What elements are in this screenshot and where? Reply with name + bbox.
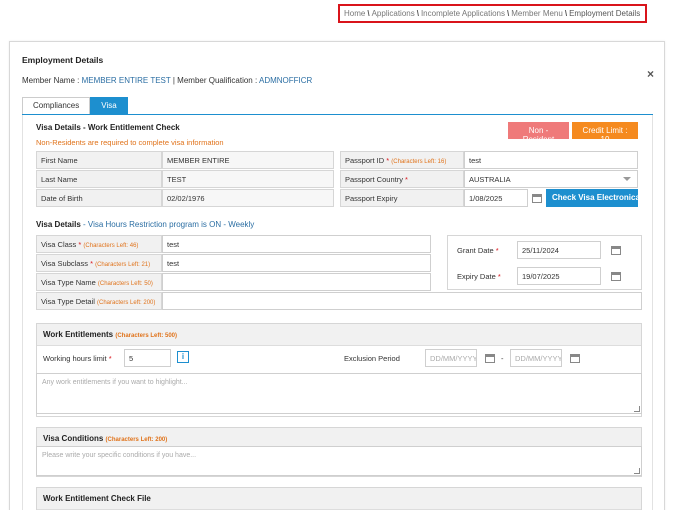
resize-handle-icon[interactable]	[634, 468, 640, 474]
first-name-value: MEMBER ENTIRE	[162, 151, 334, 169]
breadcrumb-current: Employment Details	[569, 9, 641, 18]
calendar-icon[interactable]	[570, 354, 580, 363]
grant-date-input[interactable]: 25/11/2024	[517, 241, 601, 259]
resize-handle-icon[interactable]	[634, 406, 640, 412]
breadcrumb-separator: \	[507, 9, 510, 18]
close-icon[interactable]: ×	[647, 67, 654, 81]
visa-class-input[interactable]: test	[162, 235, 431, 253]
page-title: Employment Details	[22, 55, 104, 65]
visa-subclass-input[interactable]: test	[162, 254, 431, 272]
member-qualification-label: Member Qualification :	[177, 76, 259, 85]
calendar-icon[interactable]	[485, 354, 495, 363]
visa-hours-note: - Visa Hours Restriction program is ON -…	[80, 220, 255, 229]
work-entitlements-header: Work Entitlements (Characters Left: 500)	[37, 324, 641, 346]
working-hours-label: Working hours limit *	[43, 354, 112, 363]
non-resident-warning: Non-Residents are required to complete v…	[36, 138, 224, 147]
expiry-date-input[interactable]: 19/07/2025	[517, 267, 601, 285]
breadcrumb-separator: \	[564, 9, 568, 18]
breadcrumb-separator: \	[416, 9, 419, 18]
calendar-icon[interactable]	[532, 194, 542, 203]
visa-type-detail-label: Visa Type Detail (Characters Left: 200)	[36, 292, 162, 310]
visa-type-detail-input[interactable]	[162, 292, 642, 310]
passport-country-label: Passport Country *	[340, 170, 464, 188]
passport-id-input[interactable]: test	[464, 151, 638, 169]
chevron-down-icon	[623, 177, 631, 181]
member-name-value: MEMBER ENTIRE TEST	[81, 76, 171, 85]
date-of-birth-value: 02/02/1976	[162, 189, 334, 207]
visa-subclass-label: Visa Subclass * (Characters Left: 21)	[36, 254, 162, 272]
visa-details-title: Visa Details - Visa Hours Restriction pr…	[36, 220, 255, 229]
breadcrumb: Home \ Applications \ Incomplete Application…	[338, 4, 647, 23]
tab-compliances[interactable]: Compliances	[22, 97, 91, 114]
info-icon[interactable]: i	[177, 351, 189, 363]
exclusion-end-input[interactable]: DD/MM/YYYY	[510, 349, 562, 367]
last-name-value: TEST	[162, 170, 334, 188]
visa-check-title: Visa Details - Work Entitlement Check	[36, 123, 180, 132]
exclusion-period-label: Exclusion Period	[344, 354, 400, 363]
employment-details-panel: Employment Details Member Name : MEMBER …	[9, 41, 665, 510]
passport-id-label: Passport ID * (Characters Left: 16)	[340, 151, 464, 169]
calendar-icon[interactable]	[611, 272, 621, 281]
date-of-birth-label: Date of Birth	[36, 189, 162, 207]
check-file-box: Work Entitlement Check File	[36, 487, 642, 510]
check-file-header: Work Entitlement Check File	[37, 488, 641, 510]
check-visa-button[interactable]: Check Visa Electronically	[546, 189, 649, 207]
member-qualification-value: ADMNOFFICR	[258, 76, 313, 85]
expiry-date-label: Expiry Date *	[457, 272, 501, 281]
visa-conditions-textarea[interactable]: Please write your specific conditions if…	[36, 446, 642, 476]
member-info-line: Member Name : MEMBER ENTIRE TEST | Membe…	[22, 76, 313, 85]
work-entitlements-textarea[interactable]: Any work entitlements if you want to hig…	[36, 373, 642, 414]
visa-type-name-label: Visa Type Name (Characters Left: 50)	[36, 273, 162, 291]
calendar-icon[interactable]	[611, 246, 621, 255]
passport-country-select[interactable]: AUSTRALIA	[464, 170, 638, 188]
breadcrumb-member-menu[interactable]: Member Menu	[511, 9, 563, 18]
exclusion-start-input[interactable]: DD/MM/YYYY	[425, 349, 477, 367]
breadcrumb-separator: \	[367, 9, 370, 18]
status-badge: Non - Resident	[508, 122, 569, 144]
tab-bar: Compliances Visa	[22, 97, 128, 114]
visa-type-name-input[interactable]	[162, 273, 431, 291]
passport-expiry-label: Passport Expiry	[340, 189, 464, 207]
tab-visa[interactable]: Visa	[90, 97, 128, 114]
breadcrumb-incomplete-applications[interactable]: Incomplete Applications	[421, 9, 505, 18]
visa-class-label: Visa Class * (Characters Left: 46)	[36, 235, 162, 253]
first-name-label: First Name	[36, 151, 162, 169]
credit-limit-badge: Credit Limit : 10	[572, 122, 638, 144]
grant-date-label: Grant Date *	[457, 246, 499, 255]
last-name-label: Last Name	[36, 170, 162, 188]
breadcrumb-applications[interactable]: Applications	[372, 9, 415, 18]
passport-expiry-input[interactable]: 1/08/2025	[464, 189, 528, 207]
date-range-dash: -	[501, 354, 504, 363]
working-hours-input[interactable]: 5	[124, 349, 171, 367]
member-name-label: Member Name :	[22, 76, 82, 85]
breadcrumb-home[interactable]: Home	[344, 9, 365, 18]
